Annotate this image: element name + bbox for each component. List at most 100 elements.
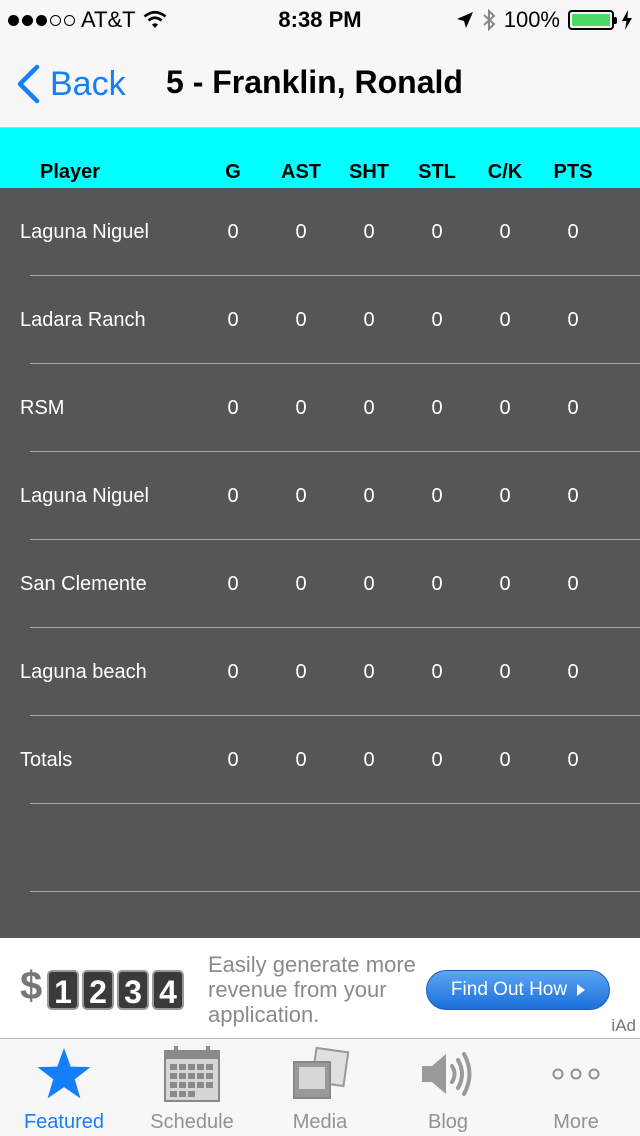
photos-icon — [293, 1046, 350, 1099]
row-player-name: Laguna beach — [20, 661, 147, 683]
tab-featured[interactable]: Featured — [0, 1039, 128, 1136]
tab-more[interactable]: More — [512, 1039, 640, 1136]
cell-sht: 0 — [363, 749, 375, 771]
table-row[interactable]: Laguna Niguel 0 0 0 0 0 0 — [0, 188, 640, 276]
cell-ck: 0 — [499, 485, 511, 507]
cell-pts: 0 — [567, 221, 579, 243]
ad-dollar-sign: $ — [20, 964, 43, 1008]
cell-pts: 0 — [567, 749, 579, 771]
cell-stl: 0 — [431, 221, 443, 243]
row-player-name: RSM — [20, 397, 65, 419]
find-out-how-button[interactable]: Find Out How — [426, 970, 610, 1010]
star-icon — [37, 1048, 91, 1099]
cell-stl: 0 — [431, 661, 443, 683]
row-player-name: Laguna Niguel — [20, 485, 149, 507]
location-arrow-icon — [456, 12, 473, 28]
calendar-icon — [164, 1046, 220, 1102]
row-player-name: Ladara Ranch — [20, 309, 146, 331]
cell-pts: 0 — [567, 309, 579, 331]
row-player-name: Totals — [20, 749, 73, 771]
ad-banner[interactable]: $ 1 2 3 4 Easily generate more revenue f… — [0, 938, 640, 1038]
chevron-right-icon — [577, 984, 586, 996]
cell-sht: 0 — [363, 309, 375, 331]
row-player-name: San Clemente — [20, 573, 147, 595]
cell-ck: 0 — [499, 221, 511, 243]
ad-counter-digit: 4 — [152, 970, 184, 1010]
cell-pts: 0 — [567, 397, 579, 419]
navigation-bar: Back 5 - Franklin, Ronald — [0, 40, 640, 128]
ad-tagline: Easily generate more revenue from your a… — [208, 952, 416, 1027]
tab-label: Schedule — [150, 1111, 234, 1133]
column-header-ast: AST — [281, 161, 321, 183]
tab-blog[interactable]: Blog — [384, 1039, 512, 1136]
cell-pts: 0 — [567, 573, 579, 595]
tab-schedule[interactable]: Schedule — [128, 1039, 256, 1136]
cell-stl: 0 — [431, 309, 443, 331]
cell-g: 0 — [227, 485, 239, 507]
cell-ast: 0 — [295, 661, 307, 683]
row-player-name: Laguna Niguel — [20, 221, 149, 243]
more-dots-icon — [552, 1068, 600, 1080]
cell-sht: 0 — [363, 485, 375, 507]
page-title: 5 - Franklin, Ronald — [166, 64, 463, 100]
tab-label: Media — [292, 1111, 348, 1133]
ad-counter-digit: 1 — [47, 970, 79, 1010]
cell-pts: 0 — [567, 485, 579, 507]
bluetooth-icon — [483, 9, 496, 31]
cell-stl: 0 — [431, 573, 443, 595]
back-label: Back — [50, 64, 126, 103]
battery-percentage: 100% — [503, 7, 560, 32]
cell-ast: 0 — [295, 749, 307, 771]
column-header-stl: STL — [418, 161, 456, 183]
row-divider — [30, 891, 640, 892]
cell-stl: 0 — [431, 397, 443, 419]
cell-ck: 0 — [499, 573, 511, 595]
table-row[interactable]: Ladara Ranch 0 0 0 0 0 0 — [0, 276, 640, 364]
cell-pts: 0 — [567, 661, 579, 683]
table-row[interactable]: San Clemente 0 0 0 0 0 0 — [0, 540, 640, 628]
table-row[interactable]: Laguna beach 0 0 0 0 0 0 — [0, 628, 640, 716]
cell-g: 0 — [227, 221, 239, 243]
chevron-left-icon — [17, 64, 40, 104]
column-header-sht: SHT — [349, 161, 389, 183]
cell-ck: 0 — [499, 661, 511, 683]
ad-counter-digit: 2 — [82, 970, 114, 1010]
stats-table-header: Player G AST SHT STL C/K PTS — [0, 128, 640, 188]
stats-table[interactable]: Laguna Niguel 0 0 0 0 0 0 Ladara Ranch 0… — [0, 188, 640, 938]
cell-sht: 0 — [363, 661, 375, 683]
totals-row[interactable]: Totals 0 0 0 0 0 0 — [0, 716, 640, 804]
tab-label: More — [553, 1111, 599, 1133]
tab-label: Blog — [427, 1111, 469, 1133]
tab-media[interactable]: Media — [256, 1039, 384, 1136]
column-header-player: Player — [40, 161, 101, 183]
cell-sht: 0 — [363, 221, 375, 243]
cell-g: 0 — [227, 573, 239, 595]
cell-stl: 0 — [431, 749, 443, 771]
cell-ck: 0 — [499, 397, 511, 419]
column-header-ck: C/K — [487, 161, 523, 183]
cell-ast: 0 — [295, 573, 307, 595]
find-out-how-label: Find Out How — [450, 979, 568, 1000]
cell-ast: 0 — [295, 397, 307, 419]
cell-sht: 0 — [363, 397, 375, 419]
tab-bar: Featured Schedule Media Blog More — [0, 1038, 640, 1136]
charging-bolt-icon — [622, 10, 632, 30]
status-bar: AT&T 8:38 PM 100% — [0, 0, 640, 40]
cell-ast: 0 — [295, 485, 307, 507]
cell-g: 0 — [227, 661, 239, 683]
back-button[interactable]: Back — [16, 64, 126, 104]
speaker-icon — [422, 1052, 472, 1096]
cell-ck: 0 — [499, 309, 511, 331]
iad-badge: iAd — [611, 1016, 636, 1035]
tab-label: Featured — [23, 1111, 105, 1133]
battery-icon — [568, 10, 617, 30]
cell-ast: 0 — [295, 221, 307, 243]
cell-g: 0 — [227, 749, 239, 771]
cell-sht: 0 — [363, 573, 375, 595]
column-header-g: G — [225, 161, 241, 183]
cell-g: 0 — [227, 397, 239, 419]
table-row[interactable]: RSM 0 0 0 0 0 0 — [0, 364, 640, 452]
column-header-pts: PTS — [553, 161, 593, 183]
cell-stl: 0 — [431, 485, 443, 507]
table-row[interactable]: Laguna Niguel 0 0 0 0 0 0 — [0, 452, 640, 540]
